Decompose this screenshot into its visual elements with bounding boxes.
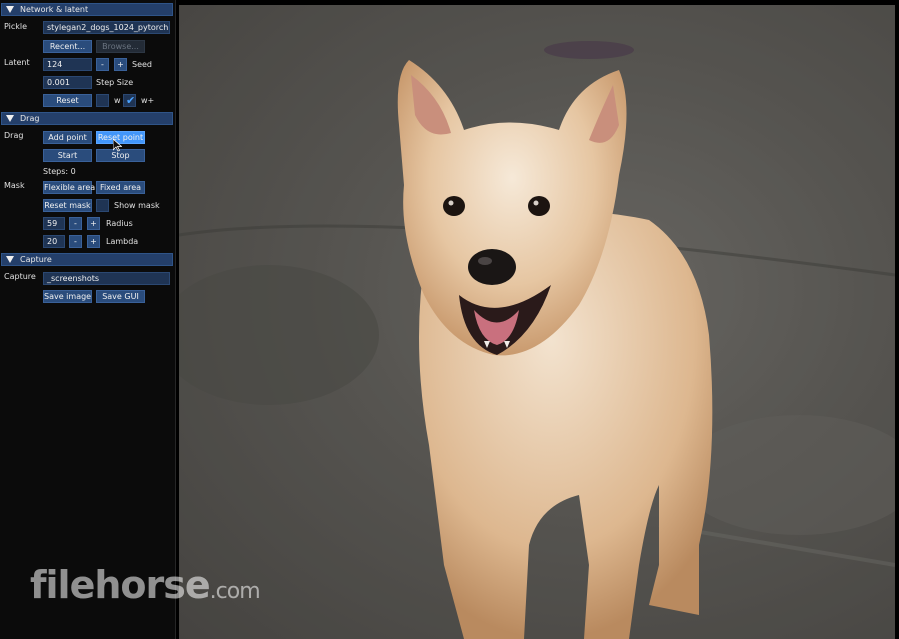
reset-mask-button[interactable]: Reset mask bbox=[43, 199, 92, 212]
mouse-cursor-icon bbox=[113, 139, 122, 152]
seed-decrement-button[interactable]: - bbox=[96, 58, 109, 71]
flexible-area-button[interactable]: Flexible area bbox=[43, 181, 95, 194]
mask-label: Mask bbox=[4, 181, 25, 190]
drag-label: Drag bbox=[4, 131, 24, 140]
collapse-triangle-icon bbox=[6, 256, 14, 263]
save-image-button[interactable]: Save image bbox=[43, 290, 92, 303]
filehorse-watermark: filehorse.com bbox=[30, 563, 261, 607]
lambda-increment-button[interactable]: + bbox=[87, 235, 100, 248]
steps-counter: Steps: 0 bbox=[43, 167, 76, 176]
radius-decrement-button[interactable]: - bbox=[69, 217, 82, 230]
radius-input[interactable]: 59 bbox=[43, 217, 65, 230]
checkmark-icon: ✔ bbox=[126, 94, 136, 107]
w-label: w bbox=[114, 96, 121, 105]
capture-label: Capture bbox=[4, 272, 36, 281]
watermark-suffix: .com bbox=[209, 579, 261, 604]
collapse-triangle-icon bbox=[6, 115, 14, 122]
step-size-label: Step Size bbox=[96, 78, 134, 87]
radius-label: Radius bbox=[106, 219, 133, 228]
section-title: Network & latent bbox=[20, 5, 89, 14]
collapse-triangle-icon bbox=[6, 6, 14, 13]
add-point-button[interactable]: Add point bbox=[43, 131, 92, 144]
latent-label: Latent bbox=[4, 58, 30, 67]
browse-button[interactable]: Browse... bbox=[96, 40, 145, 53]
pickle-label: Pickle bbox=[4, 22, 28, 31]
control-panel: Network & latent Pickle stylegan2_dogs_1… bbox=[0, 0, 176, 639]
capture-path-input[interactable]: _screenshots bbox=[43, 272, 170, 285]
save-gui-button[interactable]: Save GUI bbox=[96, 290, 145, 303]
start-button[interactable]: Start bbox=[43, 149, 92, 162]
recent-button[interactable]: Recent... bbox=[43, 40, 92, 53]
capture-header[interactable]: Capture bbox=[1, 253, 173, 266]
w-checkbox[interactable] bbox=[96, 94, 109, 107]
show-mask-label: Show mask bbox=[114, 201, 160, 210]
show-mask-checkbox[interactable] bbox=[96, 199, 109, 212]
radius-increment-button[interactable]: + bbox=[87, 217, 100, 230]
seed-label: Seed bbox=[132, 60, 152, 69]
wplus-label: w+ bbox=[141, 96, 155, 105]
fixed-area-button[interactable]: Fixed area bbox=[96, 181, 145, 194]
dog-image bbox=[179, 5, 895, 639]
section-title: Drag bbox=[20, 114, 40, 123]
seed-increment-button[interactable]: + bbox=[114, 58, 127, 71]
wplus-checkbox[interactable]: ✔ bbox=[123, 94, 136, 107]
generated-image-canvas[interactable] bbox=[179, 5, 895, 639]
lambda-decrement-button[interactable]: - bbox=[69, 235, 82, 248]
pickle-path-input[interactable]: stylegan2_dogs_1024_pytorch.pkl bbox=[43, 21, 170, 34]
seed-input[interactable]: 124 bbox=[43, 58, 92, 71]
step-size-input[interactable]: 0.001 bbox=[43, 76, 92, 89]
drag-header[interactable]: Drag bbox=[1, 112, 173, 125]
lambda-input[interactable]: 20 bbox=[43, 235, 65, 248]
watermark-text: filehorse bbox=[30, 563, 211, 607]
section-title: Capture bbox=[20, 255, 52, 264]
network-latent-header[interactable]: Network & latent bbox=[1, 3, 173, 16]
lambda-label: Lambda bbox=[106, 237, 139, 246]
reset-latent-button[interactable]: Reset bbox=[43, 94, 92, 107]
